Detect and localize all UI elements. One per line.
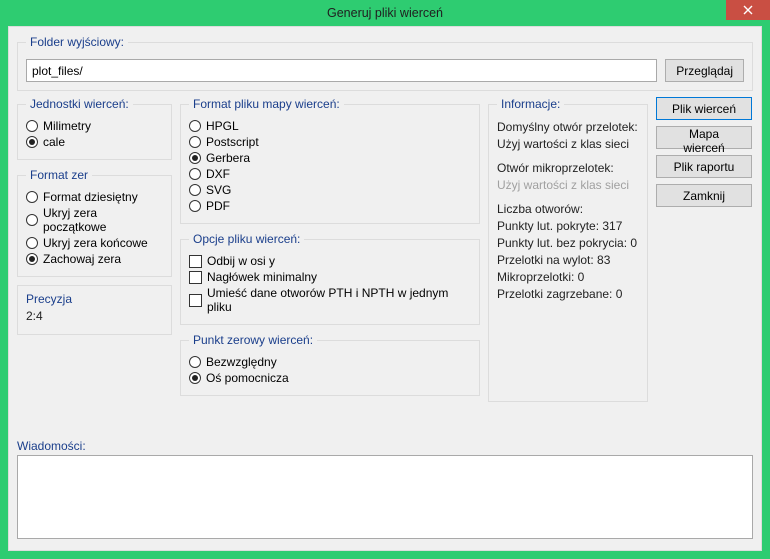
via-default-label: Domyślny otwór przelotek: <box>497 120 639 134</box>
hole-count-label: Liczba otworów: <box>497 202 639 216</box>
map-dxf-radio[interactable]: DXF <box>189 167 471 181</box>
window-title: Generuj pliki wierceń <box>327 6 443 20</box>
minimal-header-checkbox[interactable]: Nagłówek minimalny <box>189 270 471 284</box>
precision-value: 2:4 <box>26 309 163 323</box>
mirror-y-checkbox[interactable]: Odbij w osi y <box>189 254 471 268</box>
microvia-label: Otwór mikroprzelotek: <box>497 161 639 175</box>
zeros-decimal-label: Format dziesiętny <box>43 190 138 204</box>
drill-file-button[interactable]: Plik wierceń <box>656 97 752 120</box>
output-folder-legend: Folder wyjściowy: <box>26 35 128 49</box>
buried-vias-value: Przelotki zagrzebane: 0 <box>497 287 639 301</box>
zeros-suppress-trailing-label: Ukryj zera końcowe <box>43 236 148 250</box>
merge-pth-npth-checkbox[interactable]: Umieść dane otworów PTH i NPTH w jednym … <box>189 286 471 314</box>
units-mm-radio[interactable]: Milimetry <box>26 119 163 133</box>
browse-button[interactable]: Przeglądaj <box>665 59 744 82</box>
mirror-y-label: Odbij w osi y <box>207 254 275 268</box>
info-legend: Informacje: <box>497 97 564 111</box>
micro-vias-value: Mikroprzelotki: 0 <box>497 270 639 284</box>
zeros-keep-label: Zachowaj zera <box>43 252 121 266</box>
drill-origin-legend: Punkt zerowy wierceń: <box>189 333 317 347</box>
map-svg-radio[interactable]: SVG <box>189 183 471 197</box>
map-format-group: Format pliku mapy wierceń: HPGL Postscri… <box>180 97 480 224</box>
report-file-button[interactable]: Plik raportu <box>656 155 752 178</box>
messages-group: Wiadomości: <box>17 439 753 542</box>
zeros-format-legend: Format zer <box>26 168 92 182</box>
minimal-header-label: Nagłówek minimalny <box>207 270 317 284</box>
through-vias-value: Przelotki na wylot: 83 <box>497 253 639 267</box>
map-gerber-radio[interactable]: Gerbera <box>189 151 471 165</box>
messages-legend: Wiadomości: <box>17 439 753 453</box>
map-pdf-radio[interactable]: PDF <box>189 199 471 213</box>
zeros-keep-radio[interactable]: Zachowaj zera <box>26 252 163 266</box>
via-default-value: Użyj wartości z klas sieci <box>497 137 639 151</box>
map-gerber-label: Gerbera <box>206 151 250 165</box>
zeros-suppress-leading-label: Ukryj zera początkowe <box>43 206 163 234</box>
map-hpgl-label: HPGL <box>206 119 239 133</box>
output-folder-group: Folder wyjściowy: Przeglądaj <box>17 35 753 91</box>
drill-units-group: Jednostki wierceń: Milimetry cale <box>17 97 172 160</box>
close-button[interactable]: Zamknij <box>656 184 752 207</box>
zeros-decimal-radio[interactable]: Format dziesiętny <box>26 190 163 204</box>
map-svg-label: SVG <box>206 183 231 197</box>
origin-aux-label: Oś pomocnicza <box>206 371 289 385</box>
origin-aux-radio[interactable]: Oś pomocnicza <box>189 371 471 385</box>
origin-absolute-label: Bezwzględny <box>206 355 277 369</box>
info-group: Informacje: Domyślny otwór przelotek: Uż… <box>488 97 648 402</box>
output-folder-input[interactable] <box>26 59 657 82</box>
drill-units-legend: Jednostki wierceń: <box>26 97 133 111</box>
drill-origin-group: Punkt zerowy wierceń: Bezwzględny Oś pom… <box>180 333 480 396</box>
map-postscript-label: Postscript <box>206 135 259 149</box>
plated-pads-value: Punkty lut. pokryte: 317 <box>497 219 639 233</box>
origin-absolute-radio[interactable]: Bezwzględny <box>189 355 471 369</box>
titlebar: Generuj pliki wierceń <box>0 0 770 26</box>
map-file-button[interactable]: Mapa wierceń <box>656 126 752 149</box>
drill-file-options-group: Opcje pliku wierceń: Odbij w osi y Nagłó… <box>180 232 480 325</box>
zeros-format-group: Format zer Format dziesiętny Ukryj zera … <box>17 168 172 277</box>
zeros-suppress-trailing-radio[interactable]: Ukryj zera końcowe <box>26 236 163 250</box>
zeros-suppress-leading-radio[interactable]: Ukryj zera początkowe <box>26 206 163 234</box>
precision-legend: Precyzja <box>26 292 163 306</box>
dialog-body: Folder wyjściowy: Przeglądaj Jednostki w… <box>8 26 762 551</box>
microvia-value: Użyj wartości z klas sieci <box>497 178 639 192</box>
map-postscript-radio[interactable]: Postscript <box>189 135 471 149</box>
unplated-pads-value: Punkty lut. bez pokrycia: 0 <box>497 236 639 250</box>
units-mm-label: Milimetry <box>43 119 91 133</box>
units-inches-radio[interactable]: cale <box>26 135 163 149</box>
units-inches-label: cale <box>43 135 65 149</box>
close-icon[interactable] <box>726 0 770 20</box>
map-pdf-label: PDF <box>206 199 230 213</box>
map-dxf-label: DXF <box>206 167 230 181</box>
merge-pth-npth-label: Umieść dane otworów PTH i NPTH w jednym … <box>207 286 471 314</box>
map-format-legend: Format pliku mapy wierceń: <box>189 97 344 111</box>
drill-file-options-legend: Opcje pliku wierceń: <box>189 232 304 246</box>
precision-group: Precyzja 2:4 <box>17 285 172 335</box>
map-hpgl-radio[interactable]: HPGL <box>189 119 471 133</box>
messages-textarea[interactable] <box>17 455 753 539</box>
